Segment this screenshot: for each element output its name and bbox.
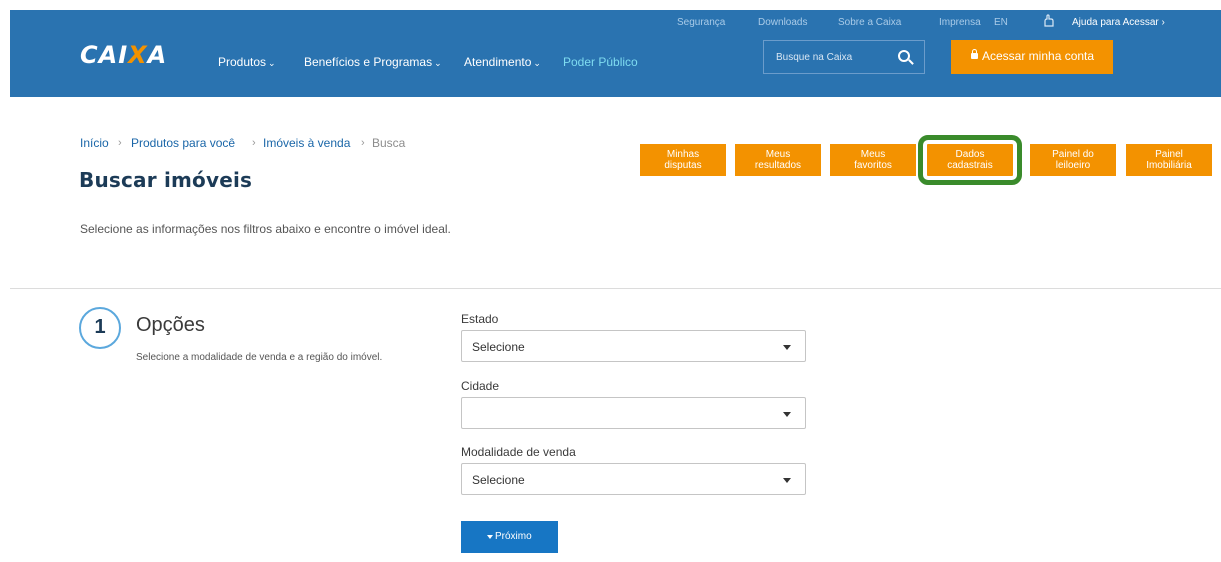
tab-label-line1: Meus	[765, 149, 791, 160]
tab-label-line1: Painel	[1155, 149, 1183, 160]
page-title: Buscar imóveis	[79, 168, 253, 192]
chevron-down-icon: ⌄	[268, 58, 276, 68]
tab-label-line2: leiloeiro	[1055, 160, 1091, 171]
access-account-button[interactable]: Acessar minha conta	[951, 40, 1113, 74]
top-link-sobre[interactable]: Sobre a Caixa	[838, 17, 901, 28]
breadcrumb-inicio[interactable]: Início	[80, 136, 109, 150]
nav-poder-publico[interactable]: Poder Público	[563, 55, 638, 69]
top-link-imprensa[interactable]: Imprensa	[939, 17, 981, 28]
cidade-label: Cidade	[461, 379, 500, 393]
modalidade-selected-value: Selecione	[472, 473, 525, 487]
tab-minhas-disputas[interactable]: Minhas disputas	[640, 144, 726, 176]
caret-down-icon	[783, 412, 791, 417]
access-account-label: Acessar minha conta	[982, 49, 1095, 63]
nav-produtos[interactable]: Produtos ⌄	[218, 55, 276, 69]
tab-meus-favoritos[interactable]: Meus favoritos	[830, 144, 916, 176]
top-link-seguranca[interactable]: Segurança	[677, 17, 725, 28]
nav-beneficios-label: Benefícios e Programas	[304, 55, 433, 69]
step-number-badge: 1	[79, 307, 121, 349]
top-link-en[interactable]: EN	[994, 17, 1008, 28]
step-description: Selecione a modalidade de venda e a regi…	[136, 352, 383, 363]
lock-icon	[971, 49, 978, 59]
nav-produtos-label: Produtos	[218, 55, 267, 69]
tab-dados-cadastrais[interactable]: Dados cadastrais	[918, 135, 1022, 185]
nav-beneficios[interactable]: Benefícios e Programas ⌄	[304, 55, 442, 69]
nav-atendimento-label: Atendimento	[464, 55, 532, 69]
chevron-down-icon: ⌄	[533, 58, 541, 68]
section-divider	[10, 288, 1221, 289]
logo-text-part1: CAI	[80, 41, 129, 69]
next-button-label: Próximo	[495, 531, 532, 542]
tab-label-line2: cadastrais	[947, 160, 993, 171]
tab-label-line1: Painel do	[1052, 149, 1094, 160]
tab-painel-leiloeiro[interactable]: Painel do leiloeiro	[1030, 144, 1116, 176]
page-intro: Selecione as informações nos filtros aba…	[80, 222, 451, 236]
cidade-select[interactable]	[461, 397, 806, 429]
breadcrumb-imoveis[interactable]: Imóveis à venda	[263, 136, 350, 150]
modalidade-label: Modalidade de venda	[461, 445, 576, 459]
logo-text-part3: A	[147, 41, 168, 69]
help-access-link[interactable]: Ajuda para Acessar ›	[1072, 17, 1165, 28]
tab-label-line1: Dados	[955, 149, 985, 160]
tab-label-line1: Meus	[860, 149, 886, 160]
accessibility-hand-icon[interactable]	[1042, 14, 1056, 28]
breadcrumb-separator: ›	[252, 137, 256, 149]
tab-label-line2: favoritos	[854, 160, 892, 171]
chevron-down-icon: ⌄	[434, 58, 442, 68]
top-links-bar: Segurança Downloads Sobre a Caixa Impren…	[10, 14, 1221, 33]
site-header: Segurança Downloads Sobre a Caixa Impren…	[10, 10, 1221, 97]
step-title: Opções	[136, 314, 205, 336]
nav-atendimento[interactable]: Atendimento ⌄	[464, 55, 541, 69]
breadcrumb-separator: ›	[361, 137, 365, 149]
breadcrumb-current: Busca	[372, 136, 406, 150]
tab-label-line2: resultados	[754, 160, 802, 171]
estado-selected-value: Selecione	[472, 340, 525, 354]
top-link-downloads[interactable]: Downloads	[758, 17, 807, 28]
breadcrumb-produtos[interactable]: Produtos para você	[131, 136, 235, 150]
caixa-logo[interactable]: CAIXA	[80, 41, 167, 69]
tab-meus-resultados[interactable]: Meus resultados	[735, 144, 821, 176]
next-button[interactable]: Próximo	[461, 521, 558, 553]
search-icon[interactable]	[898, 50, 910, 62]
logo-text-x: X	[128, 41, 148, 69]
search-input[interactable]: Busque na Caixa	[776, 52, 852, 63]
search-box[interactable]: Busque na Caixa	[763, 40, 925, 74]
caret-down-icon	[783, 478, 791, 483]
tab-label-line1: Minhas	[666, 149, 700, 160]
modalidade-select[interactable]: Selecione	[461, 463, 806, 495]
estado-select[interactable]: Selecione	[461, 330, 806, 362]
breadcrumb-separator: ›	[118, 137, 122, 149]
caret-down-icon	[487, 535, 493, 539]
tab-painel-imobiliaria[interactable]: Painel Imobiliária	[1126, 144, 1212, 176]
estado-label: Estado	[461, 312, 499, 326]
caret-down-icon	[783, 345, 791, 350]
tab-label-line2: Imobiliária	[1146, 160, 1192, 171]
tab-label-line2: disputas	[664, 160, 702, 171]
